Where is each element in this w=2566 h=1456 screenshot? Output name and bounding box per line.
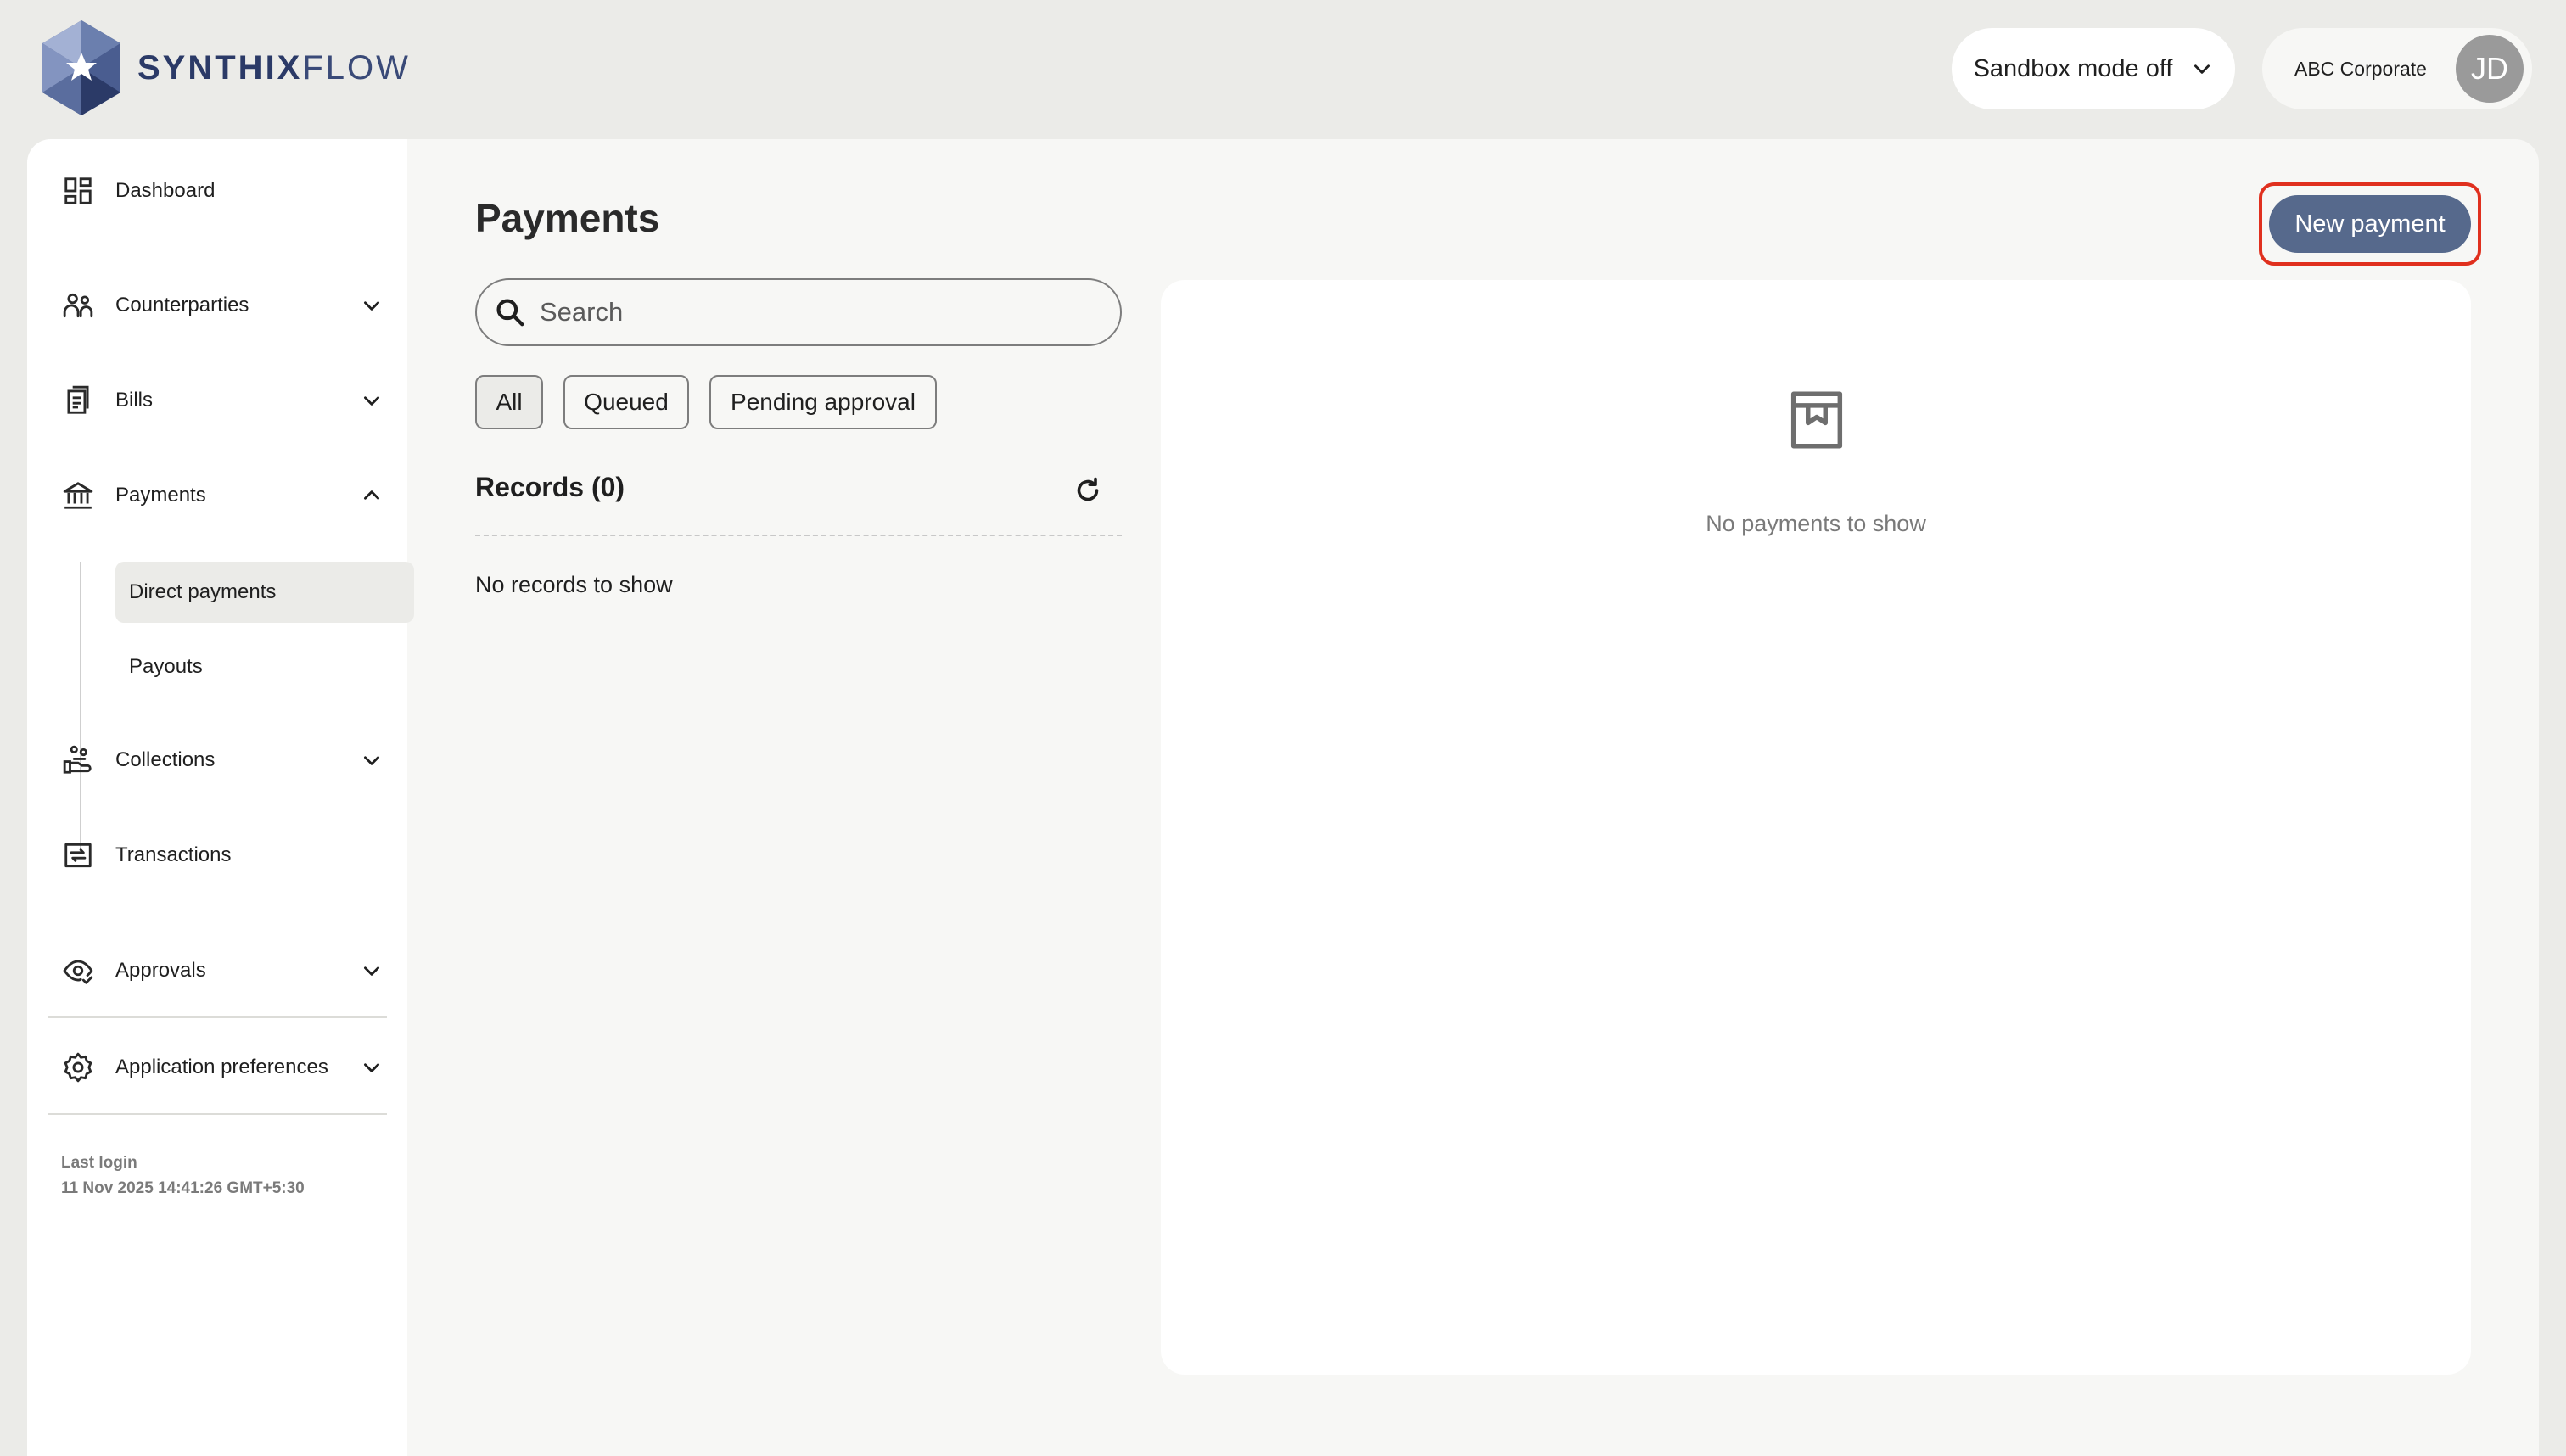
sidebar-item-label: Dashboard	[115, 179, 216, 202]
chevron-down-icon[interactable]	[356, 1052, 387, 1083]
hand-coins-icon	[61, 743, 95, 777]
refresh-icon[interactable]	[1073, 475, 1103, 506]
eye-check-icon	[61, 954, 95, 988]
chevron-down-icon	[2194, 64, 2210, 74]
gear-icon	[61, 1050, 95, 1084]
sidebar-item-payments[interactable]: Payments	[48, 468, 387, 523]
sidebar: Dashboard Counterparties Bills Payments …	[27, 139, 414, 1456]
sidebar-divider	[48, 1113, 387, 1115]
synthixflow-logo-icon	[42, 20, 120, 115]
chevron-down-icon[interactable]	[356, 290, 387, 321]
sidebar-item-application-preferences[interactable]: Application preferences	[48, 1040, 387, 1095]
sidebar-item-label: Counterparties	[115, 294, 249, 316]
search-icon	[496, 299, 524, 327]
sidebar-item-approvals[interactable]: Approvals	[48, 944, 387, 998]
chevron-down-icon[interactable]	[356, 385, 387, 416]
sidebar-item-label: Bills	[115, 389, 154, 412]
transactions-icon	[61, 838, 95, 872]
app-shell: Dashboard Counterparties Bills Payments …	[27, 139, 2539, 1456]
records-divider	[475, 535, 1122, 536]
chevron-down-icon[interactable]	[356, 745, 387, 776]
sidebar-item-label: Application preferences	[115, 1056, 328, 1078]
sidebar-item-bills[interactable]: Bills	[48, 373, 387, 428]
top-bar: SYNTHIXFLOW Sandbox mode off ABC Corpora…	[0, 0, 2566, 139]
sidebar-item-label: Payments	[115, 484, 206, 507]
filter-queued[interactable]: Queued	[563, 375, 689, 429]
empty-state-message: No payments to show	[1706, 511, 1926, 536]
last-login-label: Last login	[61, 1154, 137, 1172]
filter-all[interactable]: All	[475, 375, 543, 429]
sandbox-mode-dropdown[interactable]: Sandbox mode off	[1952, 28, 2235, 109]
last-login-value: 11 Nov 2025 14:41:26 GMT+5:30	[61, 1179, 305, 1197]
sidebar-item-payouts[interactable]: Payouts	[115, 636, 414, 697]
account-menu[interactable]: ABC Corporate JD	[2262, 28, 2532, 109]
sidebar-divider	[48, 1016, 387, 1018]
last-login-info: Last login 11 Nov 2025 14:41:26 GMT+5:30	[61, 1151, 305, 1201]
filter-pending-approval[interactable]: Pending approval	[709, 375, 937, 429]
dashboard-icon	[61, 174, 95, 208]
bank-icon	[61, 479, 95, 512]
no-records-message: No records to show	[475, 572, 673, 597]
box-icon	[1790, 391, 1843, 449]
account-name: ABC Corporate	[2294, 57, 2427, 80]
sandbox-mode-label: Sandbox mode off	[1973, 54, 2173, 82]
page-title: Payments	[475, 196, 660, 240]
sidebar-item-label: Collections	[115, 748, 216, 771]
new-payment-highlight: New payment	[2259, 182, 2481, 266]
search-input[interactable]	[540, 297, 1083, 328]
sidebar-item-label: Approvals	[115, 959, 206, 982]
brand-logo[interactable]: SYNTHIXFLOW	[37, 19, 411, 117]
chevron-down-icon[interactable]	[356, 955, 387, 986]
sidebar-item-label: Transactions	[115, 843, 232, 866]
sidebar-item-dashboard[interactable]: Dashboard	[48, 164, 387, 218]
brand-name: SYNTHIXFLOW	[137, 48, 411, 87]
new-payment-button[interactable]: New payment	[2269, 195, 2471, 253]
search-box[interactable]	[475, 278, 1122, 346]
chevron-up-icon[interactable]	[356, 480, 387, 511]
payment-detail-panel: No payments to show	[1161, 280, 2471, 1375]
avatar[interactable]: JD	[2456, 35, 2524, 103]
sidebar-item-counterparties[interactable]: Counterparties	[48, 278, 387, 333]
people-icon	[61, 288, 95, 322]
sidebar-item-direct-payments[interactable]: Direct payments	[115, 562, 414, 623]
bills-icon	[61, 384, 95, 417]
sidebar-item-collections[interactable]: Collections	[48, 733, 387, 787]
records-title: Records (0)	[475, 472, 625, 502]
sidebar-item-transactions[interactable]: Transactions	[48, 828, 387, 882]
submenu-guide-line	[80, 562, 81, 850]
